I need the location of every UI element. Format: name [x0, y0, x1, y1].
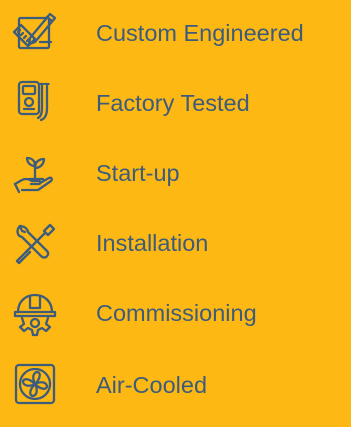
- feature-item-air-cooled: Air-Cooled: [0, 360, 351, 420]
- feature-list: Custom Engineered Factory Tested Start-u…: [0, 0, 351, 427]
- feature-label-installation: Installation: [96, 230, 209, 256]
- multimeter-icon: [10, 78, 60, 128]
- feature-item-installation: Installation: [0, 218, 351, 278]
- feature-label-air-cooled: Air-Cooled: [96, 372, 208, 398]
- hand-sprout-icon: [10, 148, 60, 198]
- feature-item-factory-tested: Factory Tested: [0, 78, 351, 138]
- feature-label-start-up: Start-up: [96, 160, 180, 186]
- feature-item-start-up: Start-up: [0, 148, 351, 208]
- hardhat-gear-icon: [10, 288, 60, 338]
- design-tools-icon: [10, 8, 60, 58]
- feature-item-custom-engineered: Custom Engineered: [0, 8, 351, 68]
- feature-item-commissioning: Commissioning: [0, 288, 351, 348]
- feature-label-commissioning: Commissioning: [96, 300, 257, 326]
- fan-icon: [10, 360, 60, 410]
- feature-label-custom-engineered: Custom Engineered: [96, 20, 304, 46]
- wrench-screwdriver-icon: [10, 218, 60, 268]
- feature-label-factory-tested: Factory Tested: [96, 90, 250, 116]
